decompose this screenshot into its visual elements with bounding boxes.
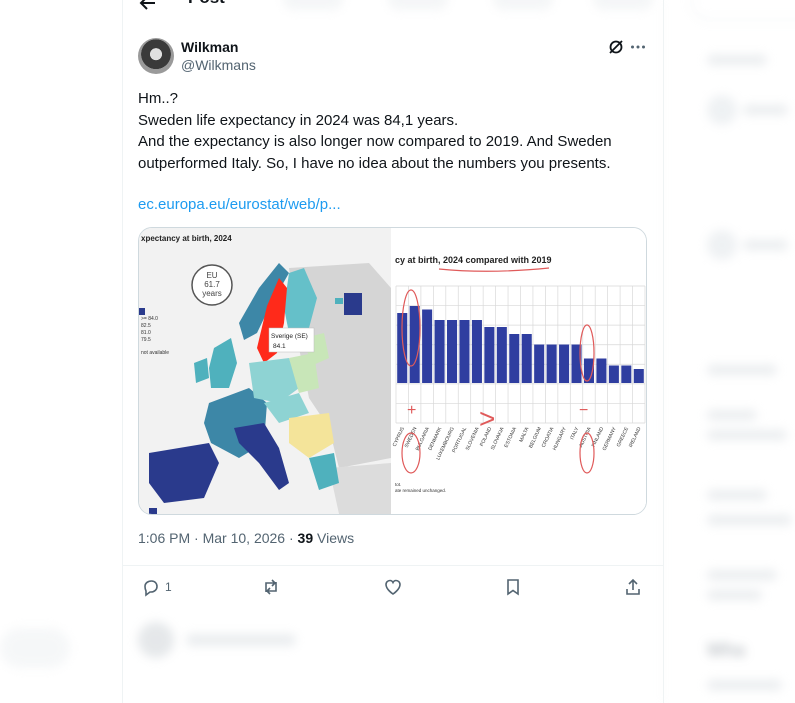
eu-badge-unit: years bbox=[202, 289, 222, 298]
bar-ireland bbox=[633, 369, 644, 383]
footnote: tot. bbox=[395, 482, 401, 487]
bar-portugal bbox=[459, 320, 470, 383]
media-card[interactable]: xpectancy at birth, 2024 >= 84.0 82.5 81… bbox=[138, 227, 647, 515]
page-title: Post bbox=[188, 0, 225, 8]
more-options-icon[interactable] bbox=[629, 38, 647, 56]
bar-slovakia bbox=[496, 327, 507, 383]
callout-value: 84.1 bbox=[273, 343, 286, 350]
bookmark-icon bbox=[507, 579, 519, 596]
bar-chart-image[interactable]: cy at birth, 2024 compared with 2019 CYP… bbox=[392, 228, 646, 514]
bar-luxembourg bbox=[447, 320, 458, 383]
tweet-line: And the expectancy is also longer now co… bbox=[138, 133, 612, 150]
grok-icon[interactable] bbox=[607, 38, 625, 56]
post-time[interactable]: 1:06 PM bbox=[138, 530, 190, 546]
reply-icon bbox=[144, 580, 158, 597]
share-button[interactable] bbox=[623, 576, 643, 598]
legend-item: 79.5 bbox=[141, 337, 151, 343]
bar-denmark bbox=[434, 320, 445, 383]
annotation-greater-than: > bbox=[479, 403, 495, 434]
eu-badge-label: EU bbox=[206, 271, 217, 280]
post-date[interactable]: Mar 10, 2026 bbox=[203, 530, 286, 546]
post-button-blurred bbox=[0, 628, 70, 668]
heart-icon bbox=[385, 579, 401, 595]
legend-item: not available bbox=[141, 350, 169, 356]
views-label: Views bbox=[317, 530, 355, 546]
like-button[interactable] bbox=[383, 576, 403, 598]
eu-badge-value: 61.7 bbox=[204, 280, 220, 289]
reply-button[interactable]: 1 bbox=[141, 576, 172, 598]
reply-count: 1 bbox=[165, 580, 172, 594]
bar-germany bbox=[608, 365, 619, 383]
repost-icon bbox=[265, 579, 277, 595]
action-bar: 1 bbox=[123, 565, 663, 606]
tweet-link[interactable]: ec.europa.eu/eurostat/web/p... bbox=[138, 196, 341, 213]
tweet-line: Sweden life expectancy in 2024 was 84,1 … bbox=[138, 111, 459, 129]
bar-chart-title: cy at birth, 2024 compared with 2019 bbox=[395, 255, 552, 265]
avatar[interactable] bbox=[138, 38, 174, 74]
life-expectancy-map-image[interactable]: xpectancy at birth, 2024 >= 84.0 82.5 81… bbox=[139, 228, 391, 514]
callout-country: Sverige (SE) bbox=[271, 333, 308, 340]
annotation-minus: − bbox=[579, 402, 588, 419]
post-detail-column: Post Wilkman @Wilkmans Hm..? Sweden life… bbox=[122, 0, 664, 703]
arrow-left-icon bbox=[139, 0, 155, 10]
reply-composer-blurred bbox=[138, 622, 648, 662]
author-display-name[interactable]: Wilkman bbox=[181, 39, 238, 55]
tweet-line: Hm..? bbox=[138, 90, 179, 107]
bar-croatia bbox=[546, 344, 557, 383]
bookmark-button[interactable] bbox=[503, 576, 523, 598]
post-header: Post bbox=[123, 0, 663, 18]
bar-slovenia bbox=[471, 320, 482, 383]
bar-belgium bbox=[534, 344, 545, 383]
annotation-plus: + bbox=[407, 402, 416, 419]
sidebar-heading-blurred: Wha bbox=[707, 640, 745, 660]
legend-item: 81.0 bbox=[141, 330, 151, 336]
bar-greece bbox=[621, 365, 632, 383]
bar-estonia bbox=[509, 334, 520, 383]
back-button[interactable] bbox=[137, 0, 159, 14]
tweet-text: Hm..? Sweden life expectancy in 2024 was… bbox=[138, 88, 648, 174]
footnote: ate remained unchanged. bbox=[395, 488, 446, 493]
legend-item: >= 84.0 bbox=[141, 316, 158, 322]
author-handle[interactable]: @Wilkmans bbox=[181, 57, 256, 73]
left-navigation bbox=[0, 0, 122, 703]
bar-poland bbox=[484, 327, 495, 383]
search-box-blurred bbox=[691, 0, 795, 20]
views-count: 39 bbox=[297, 530, 314, 546]
bar-finland bbox=[596, 358, 607, 383]
share-icon bbox=[626, 578, 640, 595]
bar-malta bbox=[521, 334, 532, 383]
post-metadata: 1:06 PM · Mar 10, 2026 · 39 Views bbox=[138, 530, 355, 546]
legend-item: 82.5 bbox=[141, 323, 151, 329]
bar-sweden bbox=[409, 306, 420, 383]
repost-button[interactable] bbox=[261, 576, 281, 598]
bar-hungary bbox=[559, 344, 570, 383]
tweet-line: outperformed Italy. So, I have no idea a… bbox=[138, 154, 611, 172]
right-sidebar: Wha bbox=[662, 0, 795, 703]
map-title: xpectancy at birth, 2024 bbox=[141, 234, 232, 243]
bar-bulgaria bbox=[422, 309, 433, 383]
